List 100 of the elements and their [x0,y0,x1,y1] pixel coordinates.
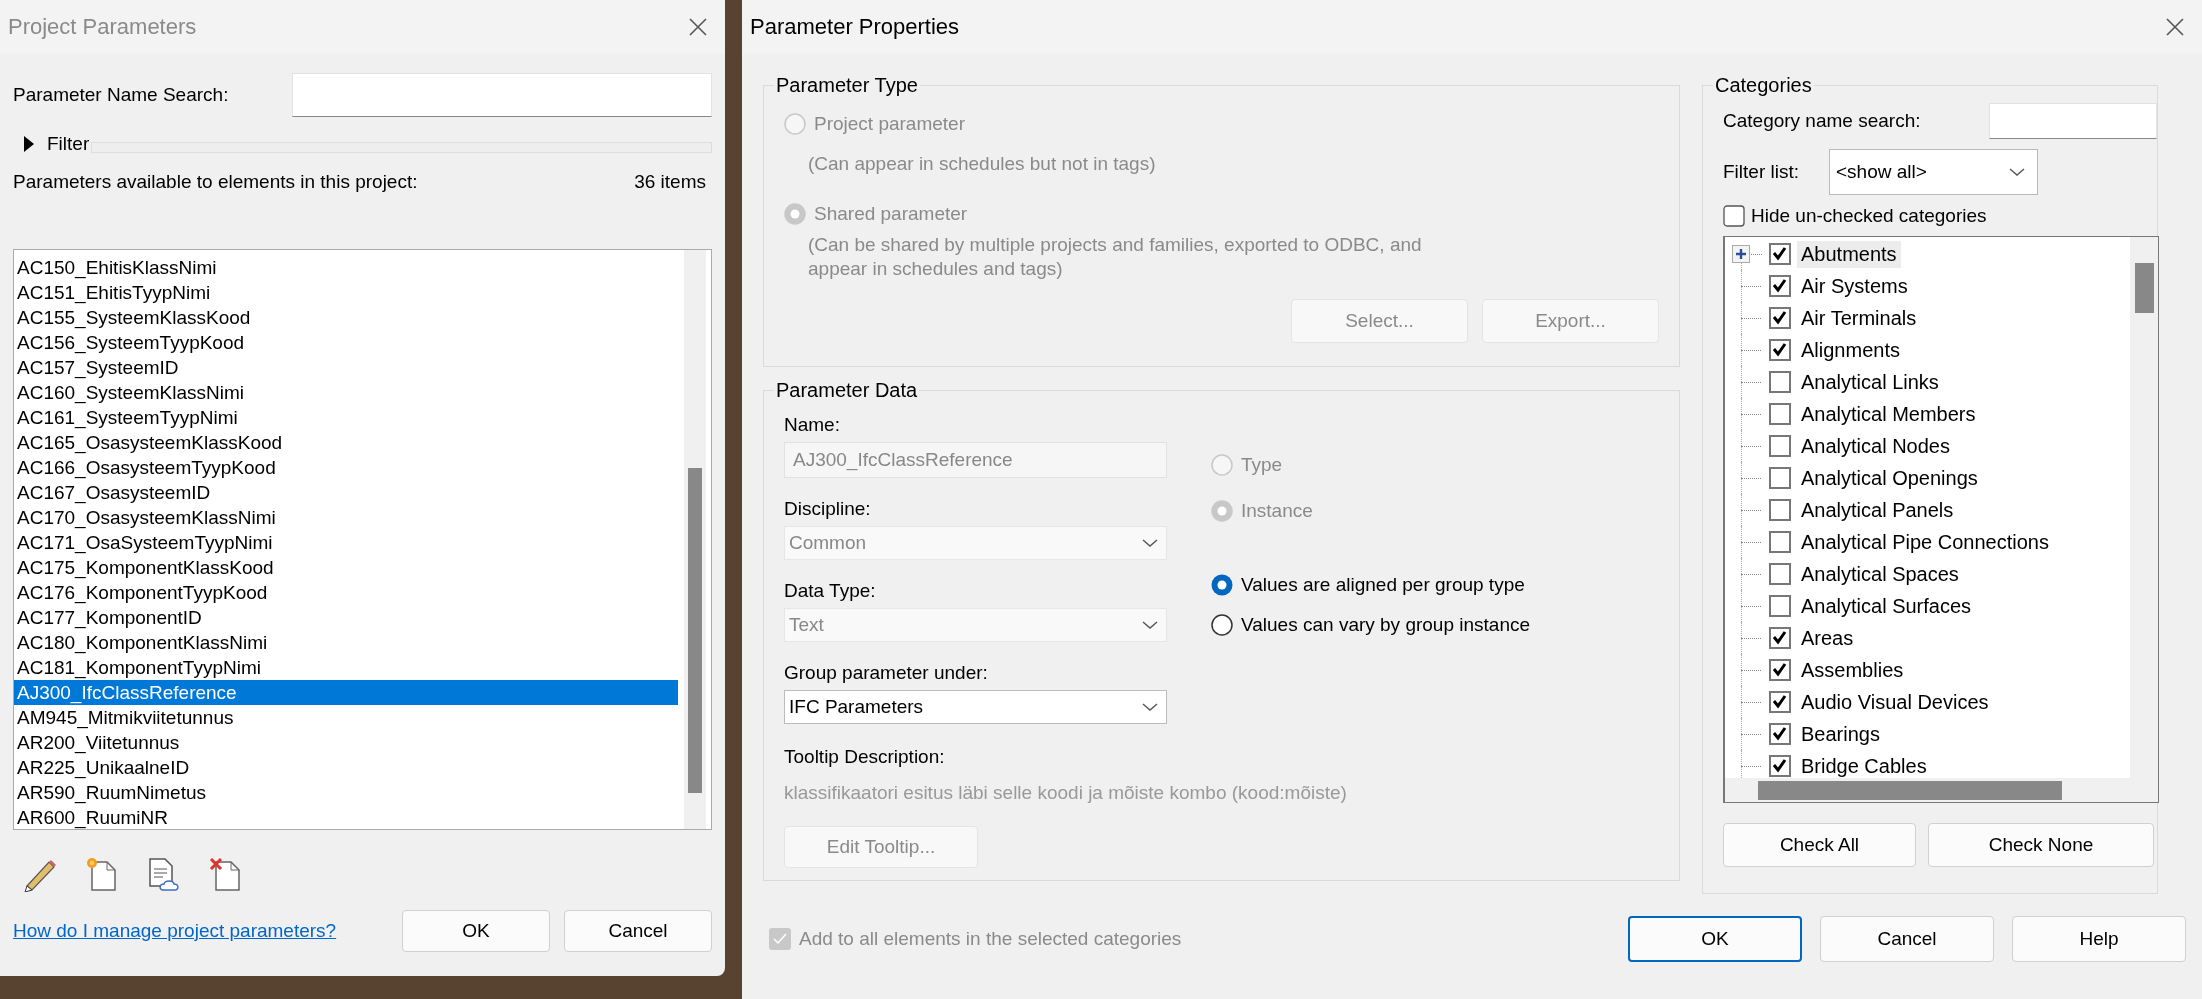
list-item[interactable]: AC177_KomponentID [14,605,678,630]
checkbox[interactable] [1769,307,1791,329]
checkbox[interactable] [1769,435,1791,457]
button[interactable]: OK [402,910,550,952]
button[interactable]: Check None [1928,823,2154,867]
checkbox[interactable] [1769,275,1791,297]
checkbox[interactable] [1769,243,1791,265]
checkbox[interactable] [1769,723,1791,745]
checkbox[interactable] [1769,659,1791,681]
tree-item[interactable]: Analytical Members [1797,400,1980,428]
checkbox[interactable] [1769,595,1791,617]
tree-item[interactable]: Bearings [1797,720,1884,748]
list-item[interactable]: AC175_KomponentKlassKood [14,555,678,580]
delete-document-icon[interactable] [207,856,243,892]
list-item[interactable]: AC161_SysteemTyypNimi [14,405,678,430]
field-label: Tooltip Description: [784,746,946,768]
tree-item[interactable]: Analytical Openings [1797,464,1982,492]
radio-label: Instance [1241,500,1313,522]
list-item[interactable]: AR600_RuumiNR [14,805,678,829]
search-field[interactable] [292,73,712,117]
checkbox[interactable] [1769,339,1791,361]
tree-item[interactable]: Analytical Spaces [1797,560,1963,588]
caret-icon [1142,702,1158,712]
item-count: 36 items [634,171,706,193]
list-item[interactable]: AC180_KomponentKlassNimi [14,630,678,655]
checkbox[interactable] [1723,205,1745,227]
radio-label: Values can vary by group instance [1241,614,1531,636]
window-title: Parameter Properties [750,14,960,40]
window-title: Project Parameters [8,14,197,40]
checkbox-label: Hide un-checked categories [1751,205,1987,227]
list-item[interactable]: AR590_RuumNimetus [14,780,678,805]
scrollbar-thumb[interactable] [688,468,702,793]
scrollbar[interactable] [684,250,706,829]
field-label: Discipline: [784,498,872,520]
close-icon[interactable] [2164,16,2186,38]
checkbox[interactable] [1769,755,1791,777]
list-item[interactable]: AC167_OsasysteemID [14,480,678,505]
checkbox[interactable] [1769,403,1791,425]
list-item[interactable]: AC156_SysteemTyypKood [14,330,678,355]
tree-item[interactable]: Abutments [1797,240,1901,268]
tree-item[interactable]: Air Terminals [1797,304,1921,332]
group-title: Parameter Type [776,74,918,96]
caret-icon [2009,167,2025,177]
list-item[interactable]: AC165_OsasysteemKlassKood [14,430,678,455]
list-item[interactable]: AM945_Mitmikviitetunnus [14,705,678,730]
checkbox[interactable] [1769,371,1791,393]
radio-button[interactable] [1211,574,1233,596]
field-label: Group parameter under: [784,662,989,684]
tree-item[interactable]: Alignments [1797,336,1904,364]
caret-icon [1142,620,1158,630]
filter-dropdown[interactable]: <show all> [1829,149,2038,195]
list-item[interactable]: AC166_OsasysteemTyypKood [14,455,678,480]
tree-item[interactable]: Audio Visual Devices [1797,688,1993,716]
option-description: (Can appear in schedules but not in tags) [808,153,1157,175]
radio-label: Project parameter [814,113,965,135]
scrollbar-thumb[interactable] [2134,263,2154,313]
search-field[interactable] [1989,103,2157,139]
expand-icon[interactable] [23,136,35,152]
button[interactable]: Cancel [564,910,712,952]
tree-item[interactable]: Analytical Pipe Connections [1797,528,2053,556]
button[interactable]: OK [1628,916,1802,962]
tree-item[interactable]: Assemblies [1797,656,1908,684]
button[interactable]: Cancel [1820,916,1994,962]
list-item[interactable]: AC150_EhitisKlassNimi [14,255,678,280]
tree-item[interactable]: Areas [1797,624,1858,652]
checkbox[interactable] [1769,499,1791,521]
button[interactable]: Help [2012,916,2186,962]
tree-item[interactable]: Bridge Cables [1797,752,1931,778]
checkbox[interactable] [1769,531,1791,553]
tree-item[interactable]: Analytical Surfaces [1797,592,1976,620]
help-link[interactable]: How do I manage project parameters? [13,920,337,942]
checkbox[interactable] [1769,563,1791,585]
list-item[interactable]: AC171_OsaSysteemTyypNimi [14,530,678,555]
tree-item[interactable]: Analytical Panels [1797,496,1958,524]
expand-icon[interactable] [1732,245,1750,263]
list-item[interactable]: AC157_SysteemID [14,355,678,380]
list-item[interactable]: AJ300_IfcClassReference [14,680,678,705]
tree-item[interactable]: Air Systems [1797,272,1912,300]
list-item[interactable]: AC155_SysteemKlassKood [14,305,678,330]
list-item[interactable]: AC170_OsasysteemKlassNimi [14,505,678,530]
checkbox[interactable] [1769,467,1791,489]
button[interactable]: Check All [1723,823,1916,867]
list-item[interactable]: AC160_SysteemKlassNimi [14,380,678,405]
tree-item[interactable]: Analytical Nodes [1797,432,1954,460]
close-icon[interactable] [687,16,709,38]
list-item[interactable]: AC151_EhitisTyypNimi [14,280,678,305]
list-caption: Parameters available to elements in this project: [13,171,418,193]
radio-button[interactable] [1211,614,1233,636]
list-item[interactable]: AC176_KomponentTyypKood [14,580,678,605]
radio-label: Type [1241,454,1283,476]
list-item[interactable]: AR200_Viitetunnus [14,730,678,755]
tree-item[interactable]: Analytical Links [1797,368,1943,396]
caret-icon [1142,538,1158,548]
list-item[interactable]: AR225_UnikaalneID [14,755,678,780]
checkbox[interactable] [1769,691,1791,713]
list-item[interactable]: AC181_KomponentTyypNimi [14,655,678,680]
group-dropdown[interactable]: IFC Parameters [784,690,1167,724]
radio-label: Shared parameter [814,203,968,225]
scrollbar-thumb[interactable] [1758,780,2062,800]
checkbox[interactable] [1769,627,1791,649]
